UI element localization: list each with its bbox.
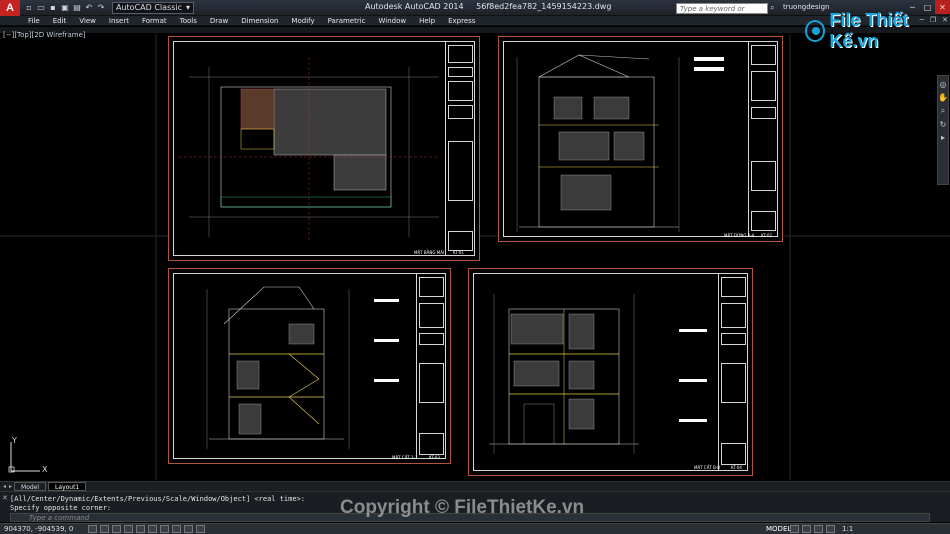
menu-view[interactable]: View [79,17,96,25]
layout-tabs: ◂ ▸ Model Layout1 [0,481,950,491]
ucs-x-label: X [42,465,48,474]
redo-icon[interactable]: ↷ [96,3,106,13]
grid-toggle-icon[interactable] [100,525,109,533]
watermark-logo-text: File Thiết Kế.vn [829,10,909,51]
sheet-caption: MẶT BẰNG MÁI [414,250,445,255]
tpy-toggle-icon[interactable] [196,525,205,533]
quick-access-toolbar: ▫ ▭ ▪ ▣ ▤ ↶ ↷ [24,3,106,13]
sheet-section-b-b[interactable]: MẶT CẮT B-B KT-04 [468,268,753,476]
annotation-scale-value[interactable]: 1:1 [842,525,853,533]
roof-plan-drawing [179,57,439,242]
ucs-icon: Y X [6,436,51,479]
save-icon[interactable]: ▪ [48,3,58,13]
coordinate-readout[interactable]: 904370, -904539, 0 [4,525,73,533]
annotation-visibility-icon[interactable] [814,525,823,533]
command-history-line: [All/Center/Dynamic/Extents/Previous/Sca… [10,495,306,503]
watermark-logo: File Thiết Kế.vn [805,10,950,52]
file-name: 56f8ed2fea782_1459154223.dwg [476,2,612,11]
sheet-code: KT-01 [453,250,464,255]
ortho-toggle-icon[interactable] [112,525,121,533]
save-as-icon[interactable]: ▣ [60,3,70,13]
drafting-toggles [88,525,205,533]
sheet-code: KT-03 [429,455,440,460]
showmotion-icon[interactable]: ▸ [941,133,945,142]
quick-view-layouts-icon[interactable] [790,525,799,533]
menu-express[interactable]: Express [448,17,475,25]
search-input[interactable]: Type a keyword or phrase [676,3,768,24]
section-b-b-drawing [489,294,707,454]
sheet-elevation[interactable]: MẶT ĐỨNG A-A KT-02 [498,36,783,242]
sheet-roof-plan[interactable]: MẶT BẰNG MÁI KT-01 [168,36,480,261]
elevation-drawing [516,54,724,232]
polar-toggle-icon[interactable] [124,525,133,533]
orbit-icon[interactable]: ↻ [940,120,947,129]
menu-modify[interactable]: Modify [291,17,314,25]
menu-window[interactable]: Window [379,17,407,25]
sheet-caption: MẶT ĐỨNG A-A [724,233,755,238]
tab-model[interactable]: Model [14,482,47,491]
workspace-dropdown[interactable]: AutoCAD Classic ▾ [112,1,194,14]
tab-scroll-right-icon[interactable]: ▸ [9,483,12,490]
dyn-toggle-icon[interactable] [172,525,181,533]
watermark-copyright: Copyright © FileThietKe.vn [340,497,585,518]
navigation-bar: ◎ ✋ ⌕ ↻ ▸ [937,75,949,185]
tab-layout1[interactable]: Layout1 [48,482,87,491]
window-title: Autodesk AutoCAD 2014 56f8ed2fea782_1459… [365,2,611,11]
ducs-toggle-icon[interactable] [160,525,169,533]
menu-format[interactable]: Format [142,17,167,25]
menu-help[interactable]: Help [419,17,435,25]
app-title: Autodesk AutoCAD 2014 [365,2,464,11]
menu-edit[interactable]: Edit [53,17,67,25]
menu-file[interactable]: File [28,17,40,25]
snap-toggle-icon[interactable] [88,525,97,533]
lwt-toggle-icon[interactable] [184,525,193,533]
ucs-y-label: Y [12,436,17,445]
sheet-caption: MẶT CẮT 1-1 [392,455,418,460]
menu-tools[interactable]: Tools [180,17,197,25]
osnap-toggle-icon[interactable] [136,525,145,533]
steering-wheel-icon[interactable]: ◎ [940,80,947,89]
menu-insert[interactable]: Insert [109,17,129,25]
open-icon[interactable]: ▭ [36,3,46,13]
chevron-down-icon: ▾ [185,3,190,12]
pan-icon[interactable]: ✋ [938,93,948,102]
tab-scroll-left-icon[interactable]: ◂ [3,483,6,490]
autocad-logo-icon[interactable]: A [0,0,20,16]
command-history-line: Specify opposite corner: [10,504,112,512]
status-bar: 904370, -904539, 0 MODEL 1:1 [0,523,950,534]
search-icon[interactable]: ⌕ [770,3,779,12]
quick-view-drawings-icon[interactable] [802,525,811,533]
autocad-window: A ▫ ▭ ▪ ▣ ▤ ↶ ↷ AutoCAD Classic ▾ Autode… [0,0,950,534]
menu-draw[interactable]: Draw [210,17,228,25]
sheet-code: KT-04 [731,465,742,470]
watermark-logo-icon [805,20,826,42]
sheet-code: KT-02 [761,233,772,238]
menu-parametric[interactable]: Parametric [328,17,366,25]
section-1-1-drawing [206,286,399,449]
zoom-icon[interactable]: ⌕ [941,106,945,116]
annotation-scale-icon[interactable] [826,525,835,533]
sheet-section-1-1[interactable]: MẶT CẮT 1-1 KT-03 [168,268,451,464]
workspace-value: AutoCAD Classic [116,3,183,12]
model-space-button[interactable]: MODEL [766,525,791,533]
new-icon[interactable]: ▫ [24,3,34,13]
sheet-caption: MẶT CẮT B-B [694,465,720,470]
status-tools [790,525,835,533]
undo-icon[interactable]: ↶ [84,3,94,13]
print-icon[interactable]: ▤ [72,3,82,13]
command-close-icon[interactable]: ✕ [2,494,8,502]
menu-dimension[interactable]: Dimension [241,17,278,25]
otrack-toggle-icon[interactable] [148,525,157,533]
